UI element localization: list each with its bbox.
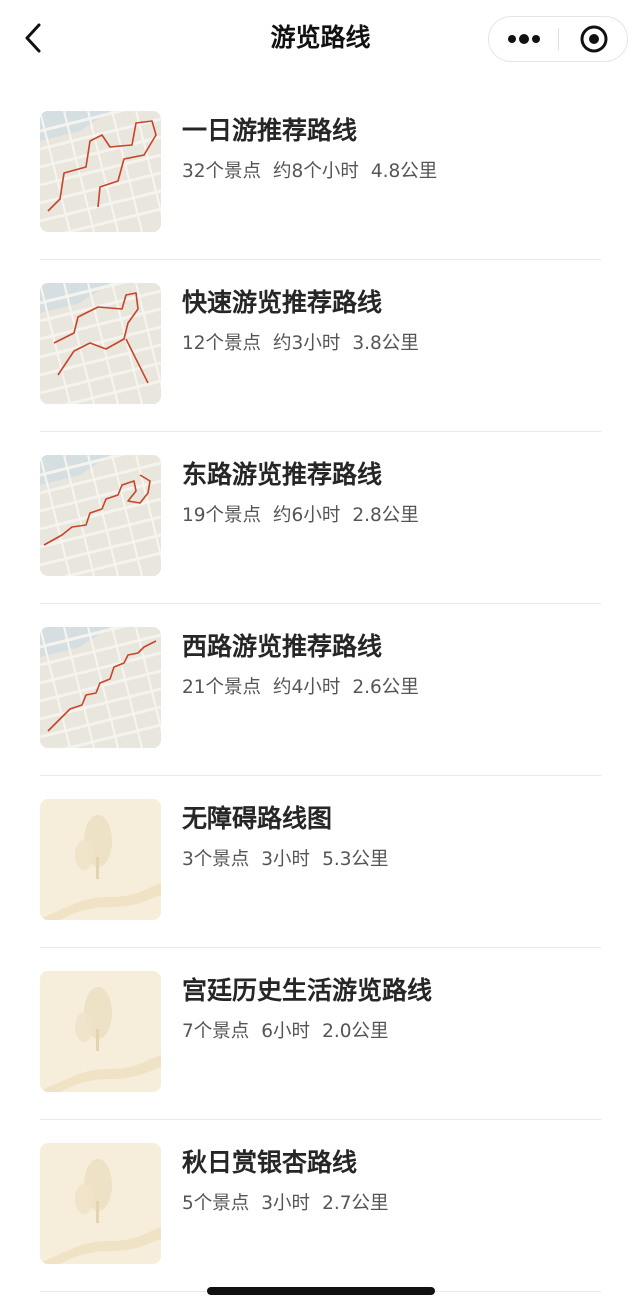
nav-bar: 游览路线 [0,0,641,78]
route-meta: 21个景点 约4小时 2.6公里 [182,675,431,701]
route-duration: 3小时 [261,1193,311,1214]
route-distance: 4.8公里 [370,161,438,182]
route-meta: 3个景点 3小时 5.3公里 [182,847,400,873]
route-title: 秋日赏银杏路线 [182,1148,358,1177]
route-distance: 2.0公里 [322,1021,389,1042]
route-distance: 2.7公里 [322,1193,389,1214]
home-indicator [207,1287,435,1295]
route-distance: 3.8公里 [352,333,419,354]
target-close-icon [580,25,608,53]
route-title: 东路游览推荐路线 [182,460,383,489]
route-duration: 6小时 [261,1021,311,1042]
back-button[interactable] [20,20,50,56]
tree-illustration-thumbnail [40,1143,161,1264]
more-button[interactable] [489,17,559,61]
route-item[interactable]: 秋日赏银杏路线 5个景点 3小时 2.7公里 [0,1120,641,1292]
route-duration: 约8个小时 [273,161,359,182]
route-map-thumbnail [40,283,161,404]
route-distance: 2.6公里 [352,677,419,698]
close-button[interactable] [559,17,629,61]
route-item[interactable]: 宫廷历史生活游览路线 7个景点 6小时 2.0公里 [0,948,641,1120]
route-item[interactable]: 无障碍路线图 3个景点 3小时 5.3公里 [0,776,641,948]
route-duration: 约3小时 [273,333,341,354]
route-spot-count: 5个景点 [182,1193,250,1214]
route-duration: 3小时 [261,849,311,870]
route-spot-count: 21个景点 [182,677,262,698]
route-spot-count: 3个景点 [182,849,250,870]
route-title: 快速游览推荐路线 [182,288,383,317]
route-spot-count: 7个景点 [182,1021,250,1042]
more-dots-icon [508,34,540,44]
route-title: 一日游推荐路线 [182,116,358,145]
route-duration: 约6小时 [273,505,341,526]
mini-program-capsule [488,16,628,62]
route-meta: 12个景点 约3小时 3.8公里 [182,331,431,357]
route-item[interactable]: 西路游览推荐路线 21个景点 约4小时 2.6公里 [0,604,641,776]
tree-illustration-thumbnail [40,799,161,920]
route-distance: 2.8公里 [352,505,419,526]
route-duration: 约4小时 [273,677,341,698]
route-meta: 19个景点 约6小时 2.8公里 [182,503,431,529]
route-distance: 5.3公里 [322,849,389,870]
route-meta: 32个景点 约8个小时 4.8公里 [182,159,449,185]
route-meta: 5个景点 3小时 2.7公里 [182,1191,400,1217]
route-map-thumbnail [40,111,161,232]
route-spot-count: 19个景点 [182,505,262,526]
route-spot-count: 32个景点 [182,161,262,182]
route-map-thumbnail [40,455,161,576]
chevron-left-icon [25,23,41,53]
route-item[interactable]: 一日游推荐路线 32个景点 约8个小时 4.8公里 [0,88,641,260]
route-item[interactable]: 东路游览推荐路线 19个景点 约6小时 2.8公里 [0,432,641,604]
route-title: 宫廷历史生活游览路线 [182,976,433,1005]
route-spot-count: 12个景点 [182,333,262,354]
route-meta: 7个景点 6小时 2.0公里 [182,1019,400,1045]
route-title: 西路游览推荐路线 [182,632,383,661]
route-list: 一日游推荐路线 32个景点 约8个小时 4.8公里快速游览推荐路线 12个景点 约3小时 3… [0,88,641,1292]
route-map-thumbnail [40,627,161,748]
tree-illustration-thumbnail [40,971,161,1092]
route-item[interactable]: 快速游览推荐路线 12个景点 约3小时 3.8公里 [0,260,641,432]
route-title: 无障碍路线图 [182,804,333,833]
